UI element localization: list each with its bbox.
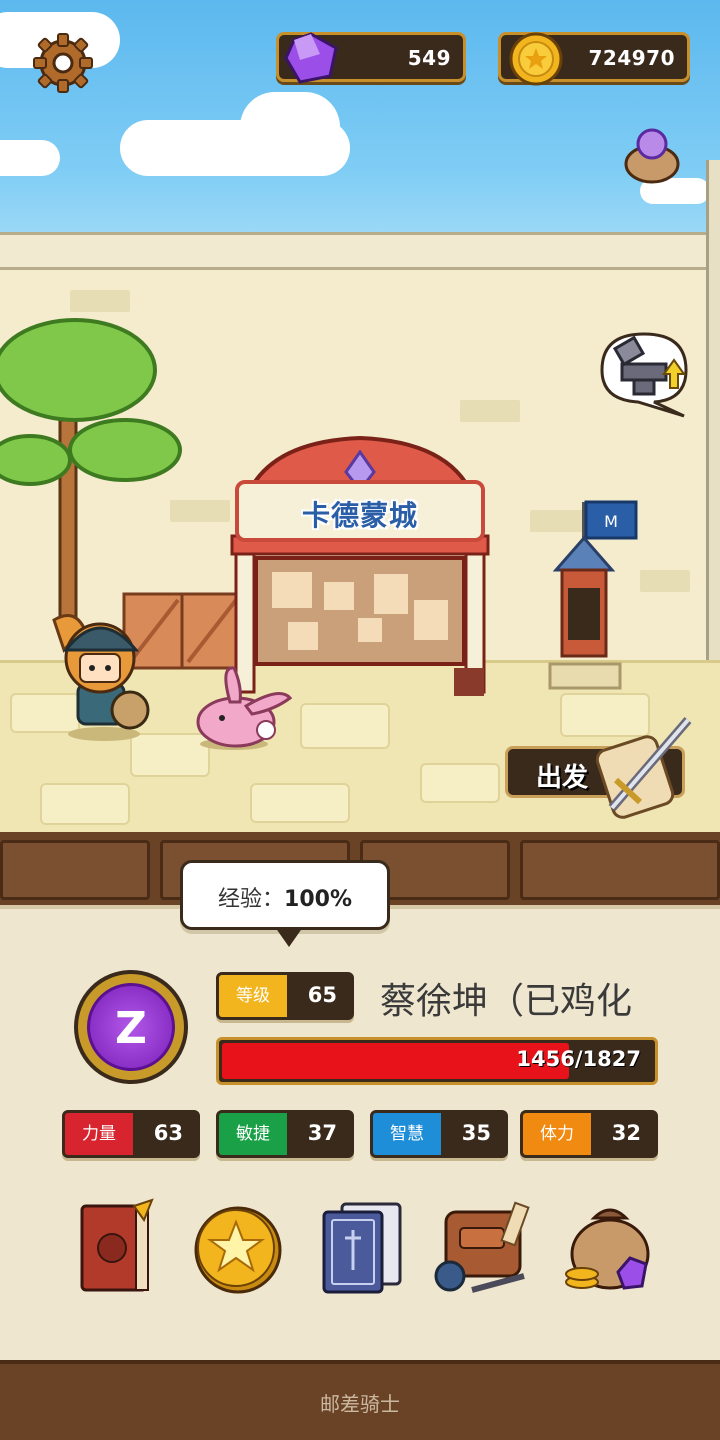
- sword-scroll-icon[interactable]: [596, 712, 696, 820]
- app-title: 邮差骑士: [320, 1392, 400, 1416]
- exp-value: 100%: [284, 887, 352, 912]
- depart-label: 出发: [536, 763, 589, 793]
- avatar-letter: Z: [115, 1003, 147, 1054]
- level-value: 65: [307, 983, 337, 1007]
- hp-text: 1456/1827: [516, 1047, 641, 1071]
- stat-strength[interactable]: 力量 63: [62, 1110, 200, 1158]
- tree: [0, 318, 182, 620]
- stat-label: 体力: [523, 1113, 591, 1155]
- stat-value: 32: [611, 1121, 641, 1145]
- tower-edge: [706, 160, 720, 660]
- card-deck-icon[interactable]: [316, 1198, 412, 1298]
- cloud: [0, 140, 60, 176]
- gold-coin-icon: [509, 32, 563, 86]
- stat-value: 35: [461, 1121, 491, 1145]
- town-name: 卡德蒙城: [301, 499, 418, 532]
- stat-wisdom[interactable]: 智慧 35: [370, 1110, 508, 1158]
- cloud: [240, 92, 340, 162]
- hero-knight[interactable]: [44, 606, 154, 742]
- avatar-emblem: Z: [87, 983, 175, 1071]
- guard-post: M: [548, 500, 638, 690]
- stat-agility[interactable]: 敏捷 37: [216, 1110, 354, 1158]
- pink-rabbit-pet[interactable]: [190, 656, 300, 752]
- stat-label: 力量: [65, 1113, 133, 1155]
- exp-tooltip: 经验：100%: [180, 860, 390, 947]
- gold-star-coin-icon[interactable]: [190, 1198, 286, 1298]
- stat-value: 37: [307, 1121, 337, 1145]
- hp-bar: 1456/1827: [216, 1037, 658, 1085]
- town-scene: 卡德蒙城 M 出发 549 724970: [0, 0, 720, 840]
- exp-label: 经验：: [218, 887, 285, 912]
- level-label: 等级: [219, 975, 287, 1017]
- hero-avatar[interactable]: Z: [74, 970, 188, 1084]
- journal-book-icon[interactable]: [72, 1198, 168, 1298]
- purple-gem-icon: [284, 32, 338, 84]
- gem-count: 549: [407, 46, 451, 70]
- stat-value: 63: [153, 1121, 183, 1145]
- wall-top: [0, 232, 720, 270]
- level-box: 等级 65: [216, 972, 354, 1020]
- stat-stamina[interactable]: 体力 32: [520, 1110, 658, 1158]
- hero-name[interactable]: 蔡徐坤（已鸡化: [380, 972, 710, 1024]
- anvil-upgrade-icon[interactable]: [598, 330, 694, 418]
- stat-label: 敏捷: [219, 1113, 287, 1155]
- gem-sack-icon[interactable]: [622, 122, 686, 186]
- exp-text: 经验：100%: [183, 881, 387, 913]
- town-sign: 卡德蒙城: [235, 480, 485, 542]
- stat-label: 智慧: [373, 1113, 441, 1155]
- treasure-bag-icon[interactable]: [560, 1198, 660, 1298]
- backpack-potion-icon[interactable]: [432, 1198, 536, 1298]
- gold-count: 724970: [588, 46, 675, 70]
- svg-text:M: M: [604, 512, 618, 531]
- settings-gear-icon[interactable]: [32, 32, 94, 94]
